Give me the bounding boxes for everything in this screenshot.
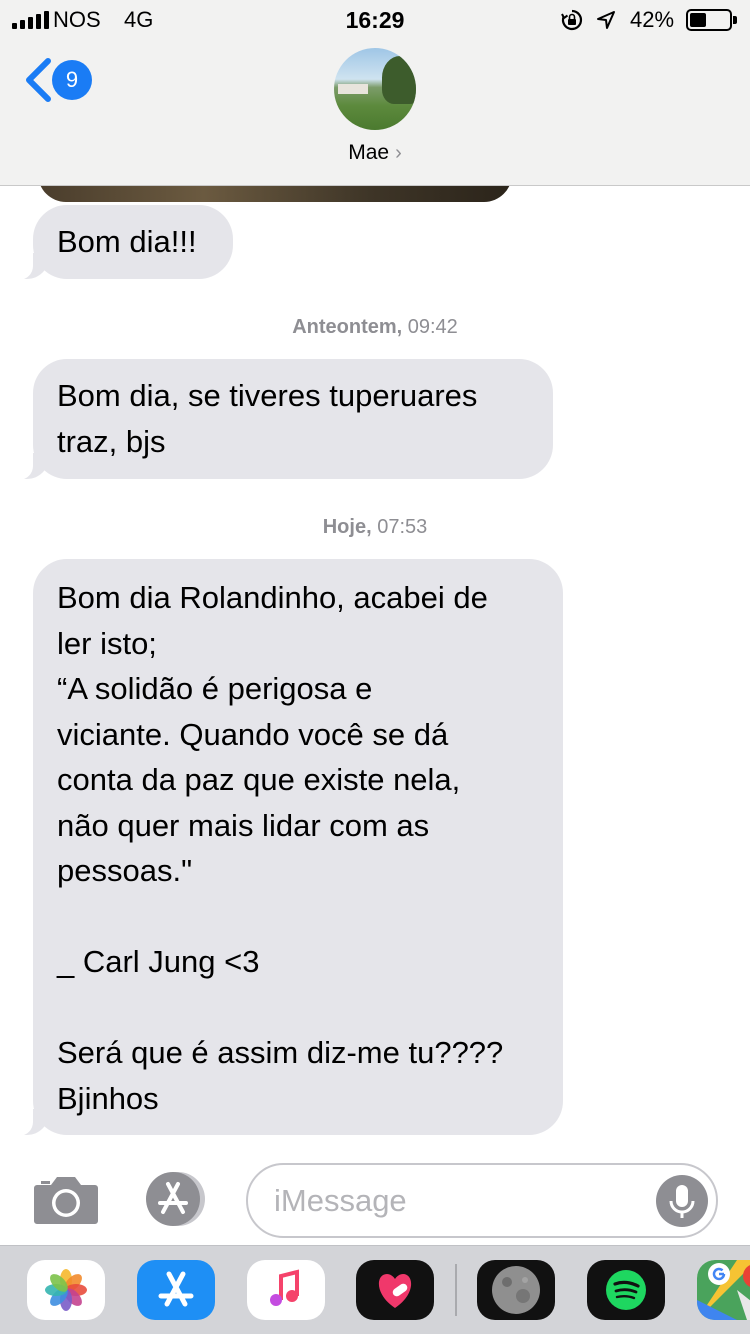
camera-icon[interactable] — [33, 1173, 99, 1225]
moon-app-button[interactable] — [477, 1260, 555, 1320]
imessage-input[interactable] — [246, 1163, 718, 1238]
received-message-bubble[interactable]: Bom dia Rolandinho, acabei de ler isto; … — [13, 559, 563, 1136]
music-icon — [270, 1269, 299, 1306]
dictation-button[interactable] — [656, 1175, 708, 1227]
location-arrow-icon — [597, 11, 615, 29]
conversation-header: NOS 4G 16:29 42% 9 Mae › — [0, 0, 750, 186]
timestamp-time: 07:53 — [377, 516, 428, 538]
battery-icon — [686, 9, 737, 31]
chevron-left-icon — [26, 58, 51, 102]
photos-icon — [45, 1269, 87, 1311]
battery-percent: 42% — [630, 7, 675, 32]
google-maps-app-button[interactable] — [697, 1260, 750, 1320]
battery-level-fill — [690, 13, 706, 27]
back-button[interactable]: 9 — [22, 56, 102, 106]
moon-app-icon — [492, 1266, 540, 1314]
app-store-icon — [158, 1271, 194, 1307]
contact-name-button[interactable]: Mae › — [0, 141, 750, 165]
contact-avatar[interactable] — [334, 48, 416, 130]
received-message-bubble[interactable]: Bom dia!!! — [13, 205, 233, 280]
drawer-divider — [455, 1264, 457, 1316]
timestamp-day: Hoje, — [322, 516, 372, 538]
heart-app-button[interactable] — [356, 1260, 434, 1320]
timestamp-day: Anteontem, — [292, 316, 403, 338]
photos-app-button[interactable] — [27, 1260, 105, 1320]
rotation-lock-icon — [561, 9, 583, 31]
music-app-button[interactable] — [247, 1260, 325, 1320]
spotify-icon — [606, 1270, 646, 1310]
google-maps-icon — [697, 1260, 750, 1320]
status-bar: NOS 4G 16:29 42% — [0, 0, 750, 40]
app-store-button-icon[interactable] — [140, 1170, 212, 1228]
heart-app-icon — [378, 1274, 412, 1308]
message-timestamp: Anteontem, 09:42 — [0, 316, 750, 339]
unread-count-badge: 9 — [52, 60, 92, 100]
app-store-app-button[interactable] — [137, 1260, 215, 1320]
chevron-right-icon: › — [395, 142, 402, 164]
contact-name: Mae — [348, 141, 390, 164]
received-message-bubble[interactable]: Bom dia, se tiveres tuperuares traz, bjs — [13, 359, 553, 480]
microphone-icon — [669, 1185, 695, 1218]
app-drawer — [0, 1245, 750, 1334]
message-timestamp: Hoje, 07:53 — [0, 516, 750, 539]
timestamp-time: 09:42 — [407, 316, 458, 338]
spotify-app-button[interactable] — [587, 1260, 665, 1320]
